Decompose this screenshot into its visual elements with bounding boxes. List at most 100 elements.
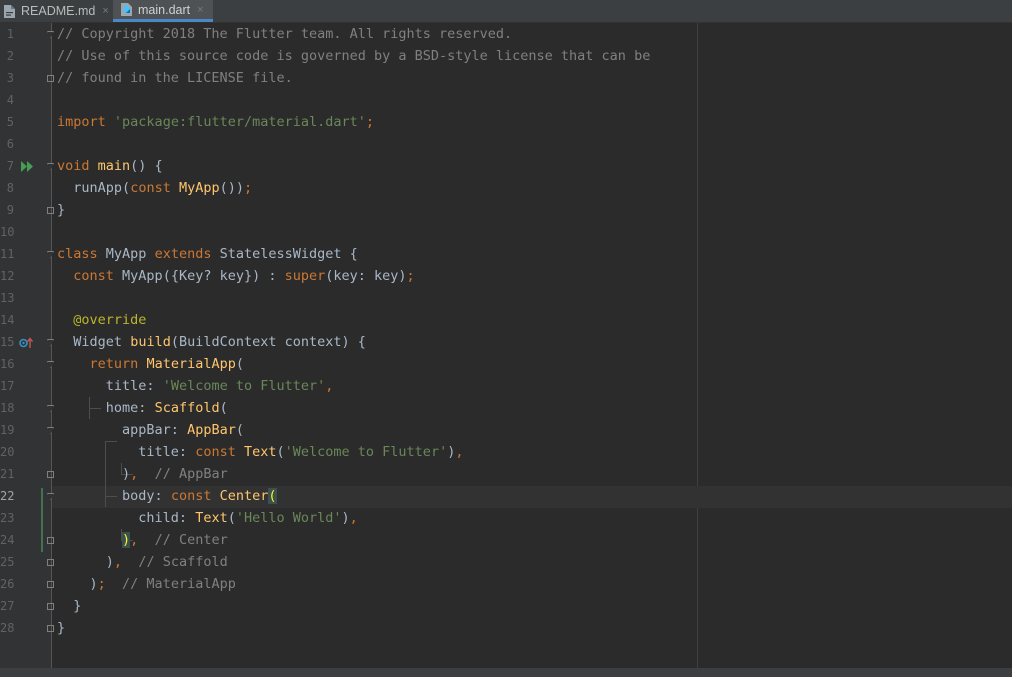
string-literal: 'Hello World': [235, 510, 342, 526]
code-line: 22 body: const Center(: [0, 485, 1012, 507]
named-argument: title:: [105, 378, 155, 394]
string-literal: 'package:flutter/material.dart': [113, 114, 366, 130]
line-number: 20: [0, 445, 15, 459]
class-name: Text: [195, 510, 228, 526]
line-number: 17: [0, 379, 15, 393]
line-number: 14: [0, 313, 15, 327]
keyword: import: [57, 114, 106, 130]
code-line: 25 ), // Scaffold: [0, 551, 1012, 573]
code-line: 9 }: [0, 199, 1012, 221]
code-line: 16 return MaterialApp(: [0, 353, 1012, 375]
keyword: const: [130, 180, 171, 196]
code-editor[interactable]: 1 // Copyright 2018 The Flutter team. Al…: [0, 23, 1012, 668]
parameters: ({Key? key}): [162, 268, 261, 284]
line-number: 9: [6, 203, 14, 217]
close-icon[interactable]: ×: [197, 4, 203, 16]
line-number: 4: [6, 93, 14, 107]
string-literal: 'Welcome to Flutter': [162, 378, 326, 394]
line-number: 23: [0, 511, 15, 525]
keyword: void: [57, 158, 90, 174]
type-name: Widget: [73, 334, 123, 350]
code-line: 3 // found in the LICENSE file.: [0, 67, 1012, 89]
line-number: 19: [0, 423, 15, 437]
code-line: 15 Widget build(BuildContext context) {: [0, 331, 1012, 353]
class-name: Center: [219, 488, 269, 504]
matched-bracket: ): [122, 532, 131, 548]
parameters: (BuildContext context) {: [170, 334, 366, 350]
function-name: build: [130, 334, 171, 350]
closing-label: // Scaffold: [138, 554, 228, 570]
keyword: const: [195, 444, 236, 460]
code-line: 20 title: const Text('Welcome to Flutter…: [0, 441, 1012, 463]
class-name: Text: [243, 444, 277, 460]
class-name: StatelessWidget: [219, 246, 342, 262]
line-number: 22: [0, 489, 15, 503]
code-line: 27 }: [0, 595, 1012, 617]
close-icon[interactable]: ×: [102, 5, 108, 17]
code-line: 14 @override: [0, 309, 1012, 331]
line-number: 12: [0, 269, 15, 283]
named-argument: home:: [105, 400, 147, 416]
code-line: 12 const MyApp({Key? key}) : super(key: …: [0, 265, 1012, 287]
line-number: 2: [6, 49, 14, 63]
editor-tab-bar: README.md × main.dart ×: [0, 0, 1012, 23]
string-literal: 'Welcome to Flutter': [284, 444, 448, 460]
class-name: MyApp: [105, 246, 147, 262]
horizontal-scrollbar[interactable]: [0, 668, 1012, 677]
code-line: 19 appBar: AppBar(: [0, 419, 1012, 441]
code-line: 21 ), // AppBar: [0, 463, 1012, 485]
line-number: 7: [6, 159, 14, 173]
line-number: 11: [0, 247, 15, 261]
line-number: 13: [0, 291, 15, 305]
tab-main-dart[interactable]: main.dart ×: [113, 0, 213, 22]
markdown-file-icon: [4, 4, 15, 18]
line-number: 8: [6, 181, 14, 195]
code-line: 7 void main() {: [0, 155, 1012, 177]
code-line: 17 title: 'Welcome to Flutter',: [0, 375, 1012, 397]
line-number: 5: [6, 115, 14, 129]
function-name: main: [97, 158, 131, 174]
code-line: 13: [0, 287, 1012, 309]
line-number: 15: [0, 335, 15, 349]
class-name: MaterialApp: [146, 356, 236, 372]
line-number: 28: [0, 621, 15, 635]
comment: // Copyright 2018 The Flutter team. All …: [57, 26, 513, 42]
line-number: 21: [0, 467, 15, 481]
class-name: MyApp: [178, 180, 220, 196]
line-number: 18: [0, 401, 15, 415]
code-line: 2 // Use of this source code is governed…: [0, 45, 1012, 67]
matched-bracket: (: [268, 488, 277, 504]
closing-label: // AppBar: [154, 466, 228, 482]
tab-readme[interactable]: README.md ×: [4, 0, 114, 22]
code-line: 6: [0, 133, 1012, 155]
line-number: 26: [0, 577, 15, 591]
keyword: const: [73, 268, 114, 284]
code-line: 26 ); // MaterialApp: [0, 573, 1012, 595]
keyword: return: [89, 356, 139, 372]
class-name: AppBar: [187, 422, 236, 438]
annotation: @override: [73, 312, 147, 328]
arguments: (key: key): [325, 268, 407, 284]
keyword: extends: [154, 246, 212, 262]
named-argument: child:: [138, 510, 188, 526]
line-number: 16: [0, 357, 15, 371]
code-line: 23 child: Text('Hello World'),: [0, 507, 1012, 529]
named-argument: title:: [138, 444, 188, 460]
function-call: runApp: [73, 180, 123, 196]
keyword: class: [57, 246, 98, 262]
code-line: 11 class MyApp extends StatelessWidget {: [0, 243, 1012, 265]
code-line: 4: [0, 89, 1012, 111]
code-line: 28 }: [0, 617, 1012, 639]
code-line: 1 // Copyright 2018 The Flutter team. Al…: [0, 23, 1012, 45]
comment: // found in the LICENSE file.: [57, 70, 293, 86]
comment: // Use of this source code is governed b…: [57, 48, 651, 64]
code-line: 24 ), // Center: [0, 529, 1012, 551]
code-line: 8 runApp(const MyApp());: [0, 177, 1012, 199]
keyword: super: [284, 268, 326, 284]
closing-label: // MaterialApp: [122, 576, 236, 592]
keyword: const: [170, 488, 212, 504]
line-number: 6: [6, 137, 14, 151]
code-line: 10: [0, 221, 1012, 243]
line-number: 10: [0, 225, 15, 239]
code-line: 18 home: Scaffold(: [0, 397, 1012, 419]
